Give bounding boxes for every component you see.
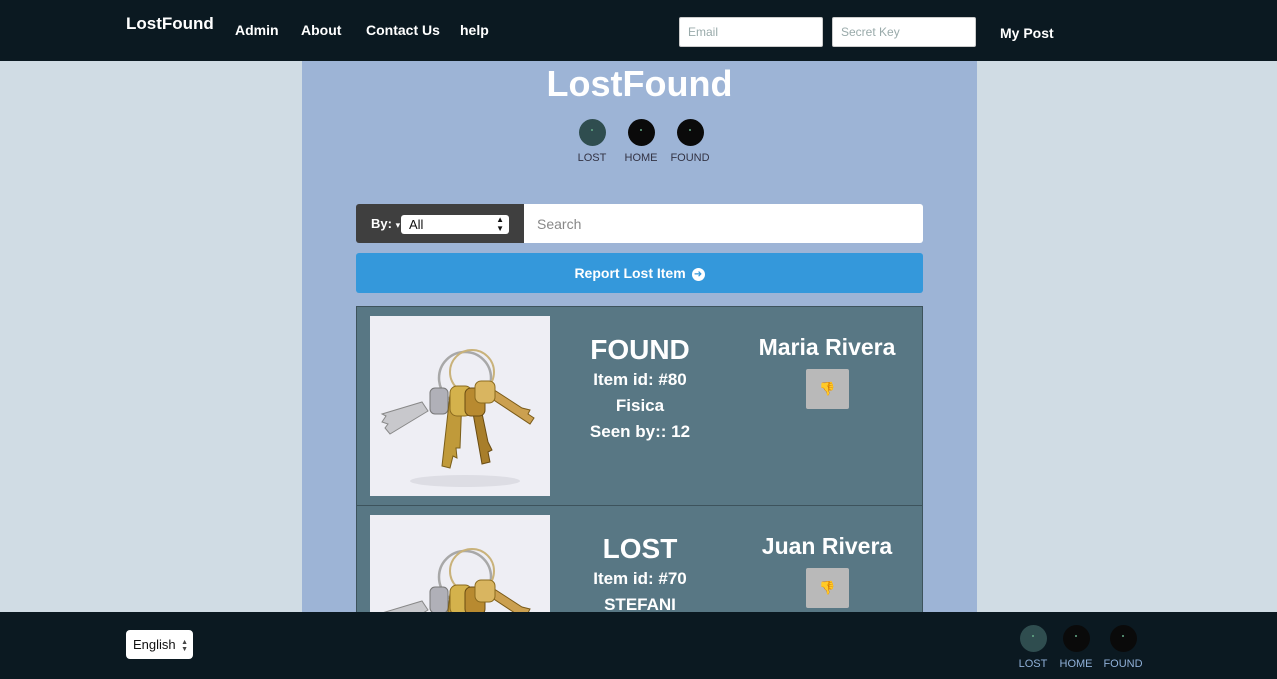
home-circle-icon — [627, 119, 655, 146]
footer-circle-found-label: FOUND — [1103, 658, 1143, 670]
brand-logo[interactable]: LostFound — [126, 14, 214, 34]
top-navbar: LostFound Admin About Contact Us help My… — [0, 0, 1277, 61]
select-arrows-icon: ▲ ▼ — [496, 215, 504, 233]
search-input[interactable] — [524, 204, 923, 243]
language-select[interactable]: English ▲ ▼ — [126, 630, 193, 659]
footer: English ▲ ▼ LOST HOME FOUND — [0, 612, 1277, 679]
footer-circle-lost-label: LOST — [1018, 658, 1048, 670]
circle-home[interactable]: HOME — [621, 119, 661, 164]
footer-circle-lost[interactable]: LOST — [1013, 625, 1053, 670]
my-post-link[interactable]: My Post — [1000, 25, 1054, 41]
home-circle-icon — [1062, 625, 1090, 652]
item-status: LOST — [602, 533, 678, 564]
found-circle-icon — [1109, 625, 1137, 652]
thumbs-down-icon: 👎 — [819, 381, 836, 396]
thumbs-down-icon: 👎 — [819, 580, 836, 595]
page-title: LostFound — [546, 63, 733, 104]
found-circle-icon — [676, 119, 704, 146]
item-image — [370, 515, 550, 612]
circle-found[interactable]: FOUND — [670, 119, 710, 164]
search-bar: By: ▾ All ▲ ▼ — [356, 204, 923, 243]
filter-label: By: ▾ — [371, 216, 401, 231]
report-button-label: Report Lost Item — [574, 265, 686, 281]
item-id: Item id: #80 — [593, 370, 687, 389]
item-id: Item id: #70 — [593, 569, 687, 588]
filter-select[interactable]: All ▲ ▼ — [401, 215, 509, 234]
dislike-button[interactable]: 👎 — [806, 568, 849, 608]
footer-circle-found[interactable]: FOUND — [1101, 625, 1145, 670]
filter-box: By: ▾ All ▲ ▼ — [356, 204, 524, 243]
item-card[interactable]: LOST Item id: #70 STEFANI Juan Rivera 👎 — [356, 505, 923, 612]
item-name: STEFANI — [604, 595, 676, 612]
item-info: FOUND Item id: #80 Fisica Seen by:: 12 — [550, 307, 730, 442]
language-value: English — [133, 637, 176, 652]
nav-about[interactable]: About — [301, 22, 341, 38]
arrow-circle-right-icon: ➜ — [691, 268, 705, 281]
item-card[interactable]: FOUND Item id: #80 Fisica Seen by:: 12 M… — [356, 306, 923, 506]
keys-image-icon — [380, 348, 536, 489]
circle-home-label: HOME — [624, 152, 658, 164]
filter-select-value: All — [409, 217, 424, 232]
email-input[interactable] — [679, 17, 823, 47]
circle-lost[interactable]: LOST — [572, 119, 612, 164]
item-name: Fisica — [615, 396, 665, 415]
nav-admin[interactable]: Admin — [235, 22, 279, 38]
main-panel: LostFound LOST HOME FOUND By: ▾ All ▲▼ R… — [302, 61, 977, 612]
item-owner: Maria Rivera — [758, 334, 896, 360]
keys-image-icon — [380, 547, 536, 612]
dislike-button[interactable]: 👎 — [806, 369, 849, 409]
nav-help[interactable]: help — [460, 22, 489, 38]
lost-circle-icon — [1019, 625, 1047, 652]
select-arrows-icon: ▲ ▼ — [181, 639, 188, 653]
item-info: LOST Item id: #70 STEFANI — [550, 506, 730, 612]
nav-contact-us[interactable]: Contact Us — [366, 22, 440, 38]
item-image — [370, 316, 550, 496]
item-status: FOUND — [590, 334, 690, 365]
footer-circle-home[interactable]: HOME — [1055, 625, 1097, 670]
item-seen-count: Seen by:: 12 — [589, 422, 691, 441]
item-owner: Juan Rivera — [761, 533, 893, 559]
secret-key-input[interactable] — [832, 17, 976, 47]
report-lost-item-button[interactable]: Report Lost Item ➜ — [356, 253, 923, 293]
lost-circle-icon — [578, 119, 606, 146]
circle-found-label: FOUND — [670, 152, 710, 164]
circle-lost-label: LOST — [577, 152, 607, 164]
footer-circle-home-label: HOME — [1059, 658, 1093, 670]
